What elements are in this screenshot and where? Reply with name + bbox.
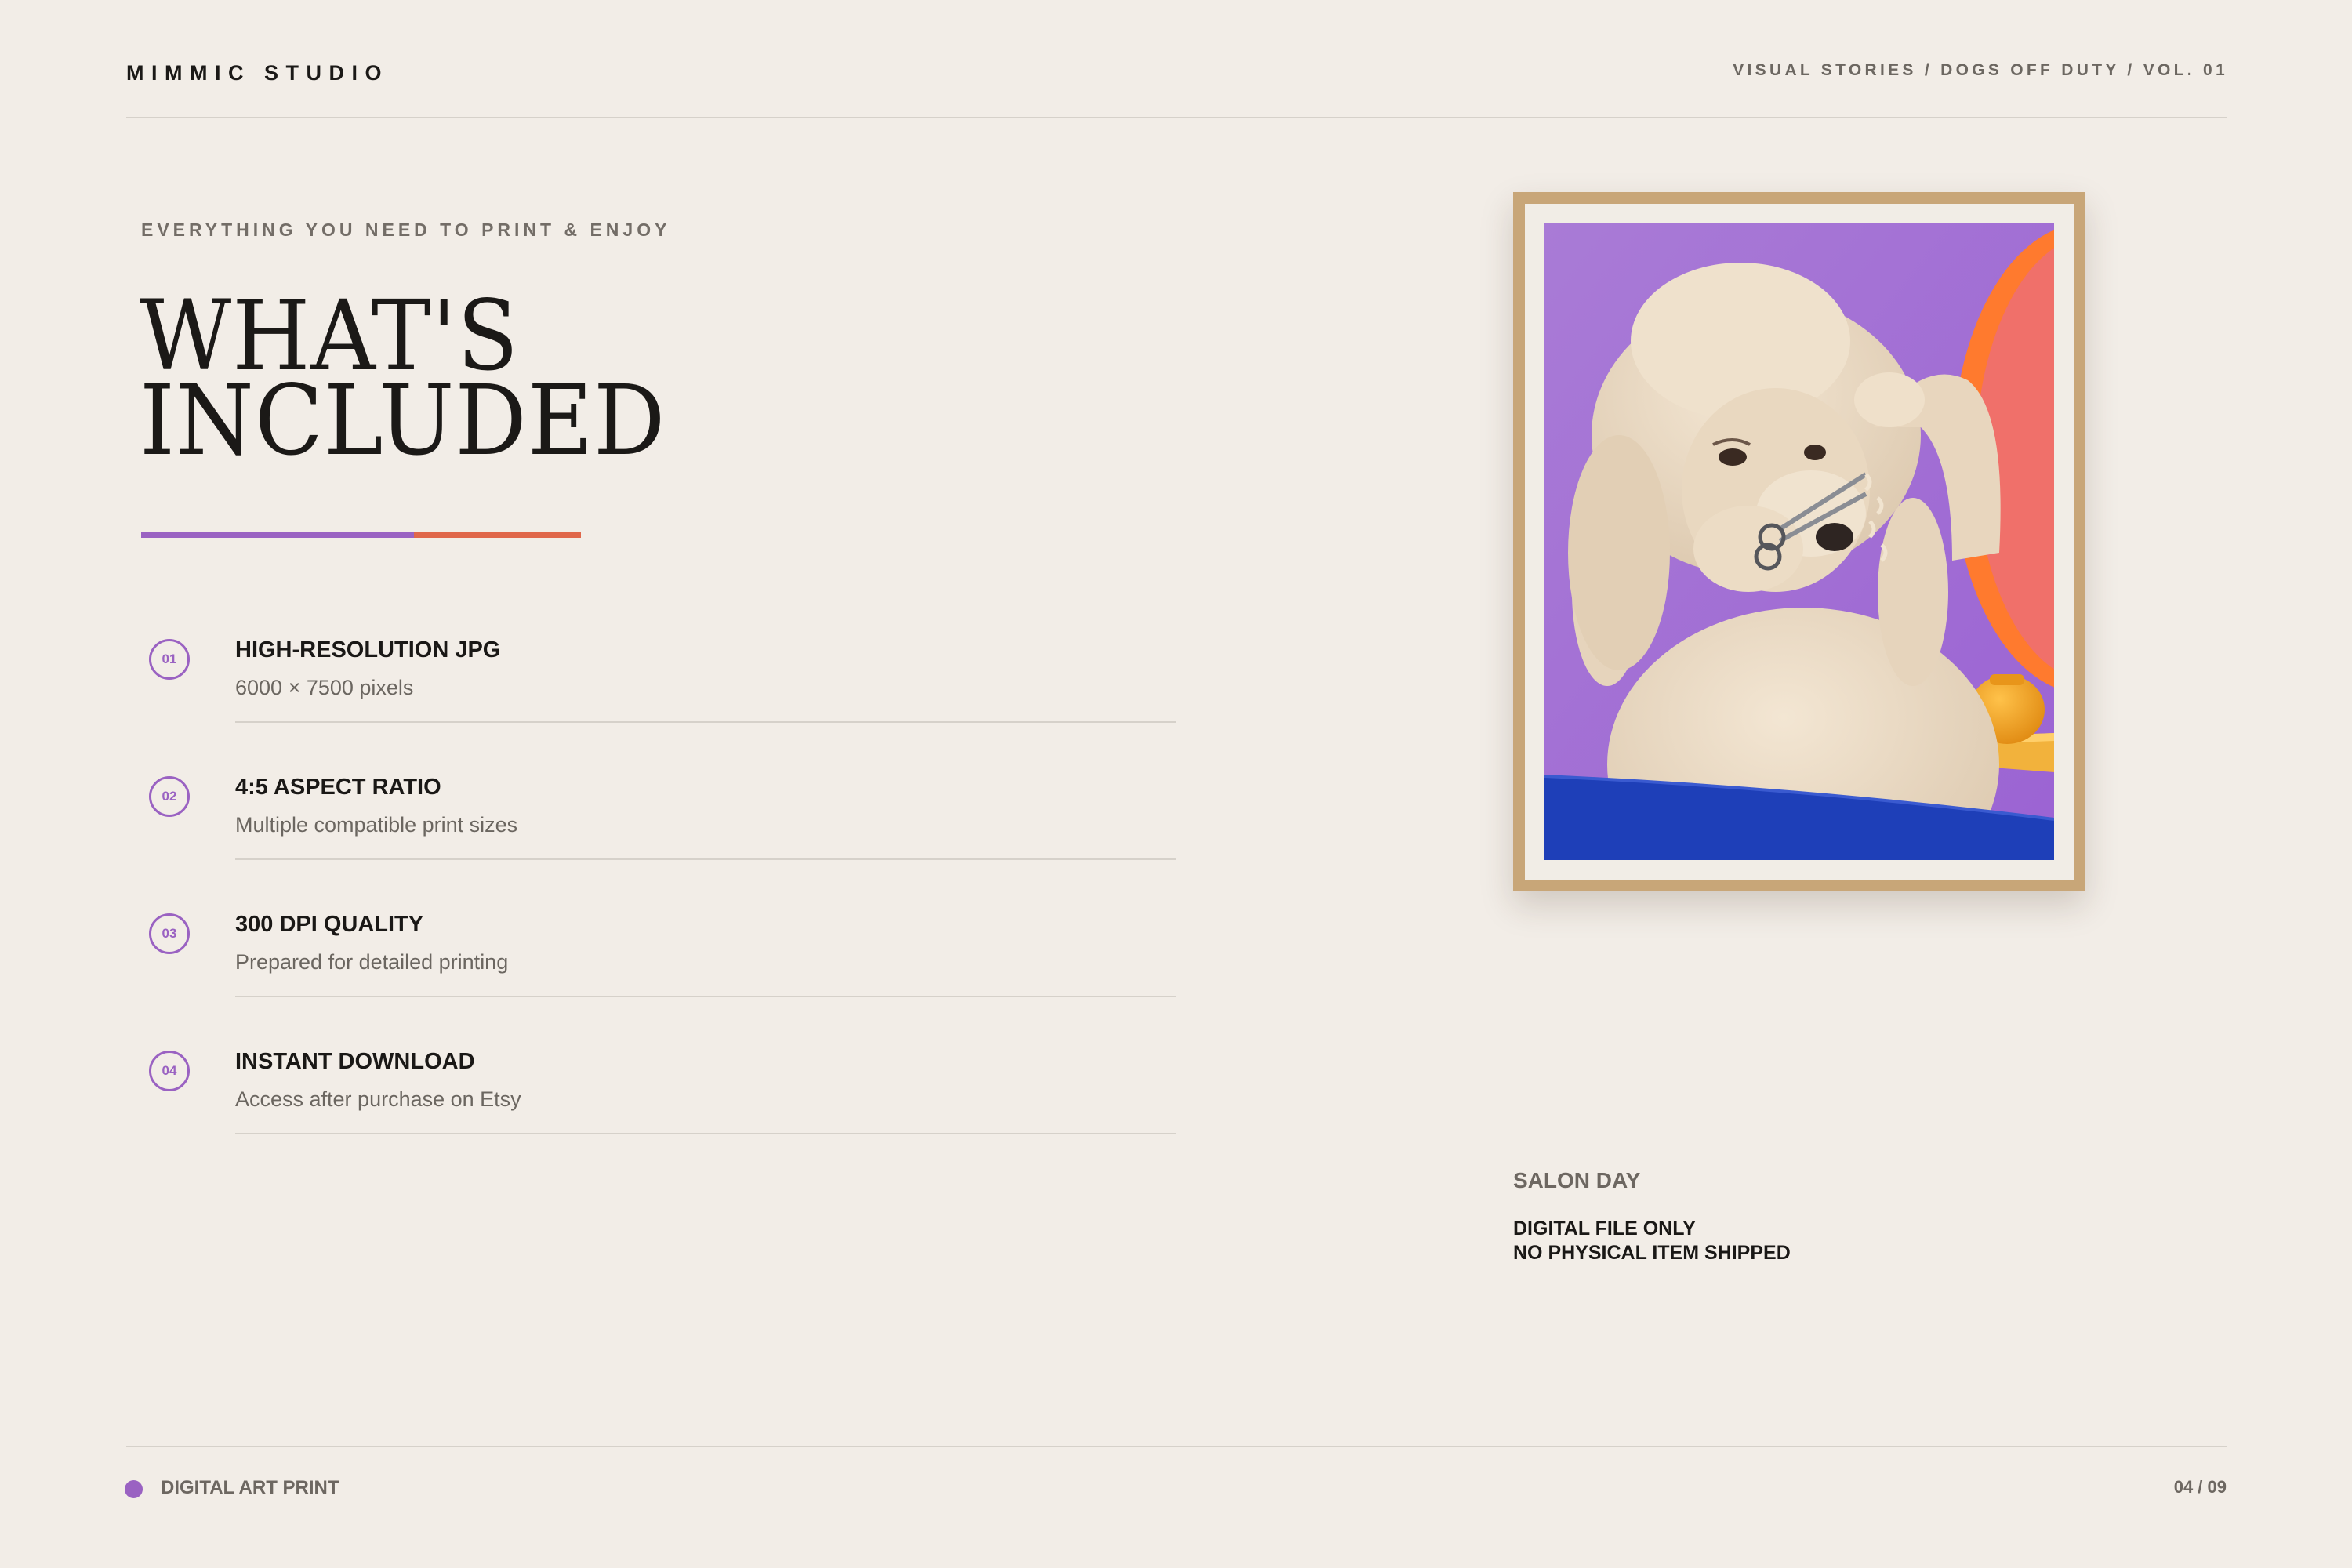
feature-number-badge: 01 bbox=[149, 639, 190, 680]
brand-name: MIMMIC STUDIO bbox=[126, 61, 389, 85]
feature-list: 01 HIGH-RESOLUTION JPG 6000 × 7500 pixel… bbox=[141, 623, 1176, 1172]
feature-divider bbox=[235, 858, 1176, 860]
feature-title: 4:5 ASPECT RATIO bbox=[235, 775, 441, 800]
page-title: WHAT'S INCLUDED bbox=[140, 288, 666, 477]
feature-item: 03 300 DPI QUALITY Prepared for detailed… bbox=[141, 898, 1176, 1035]
product-slide: MIMMIC STUDIO VISUAL STORIES / DOGS OFF … bbox=[0, 0, 2352, 1568]
page-number: 04 / 09 bbox=[2173, 1477, 2227, 1497]
feature-description: 6000 × 7500 pixels bbox=[235, 676, 414, 699]
feature-description: Multiple compatible print sizes bbox=[235, 813, 518, 837]
feature-divider bbox=[235, 1133, 1176, 1134]
accent-bar bbox=[141, 532, 581, 538]
accent-bar-purple bbox=[141, 532, 414, 538]
artwork-image bbox=[1544, 223, 2054, 860]
feature-title: HIGH-RESOLUTION JPG bbox=[235, 637, 501, 662]
feature-item: 01 HIGH-RESOLUTION JPG 6000 × 7500 pixel… bbox=[141, 623, 1176, 760]
artwork-note-digital: DIGITAL FILE ONLY bbox=[1513, 1218, 1696, 1240]
breadcrumb: VISUAL STORIES / DOGS OFF DUTY / VOL. 01 bbox=[1733, 61, 2228, 79]
footer-dot-icon bbox=[125, 1480, 143, 1498]
eyebrow-text: EVERYTHING YOU NEED TO PRINT & ENJOY bbox=[141, 220, 671, 240]
feature-item: 04 INSTANT DOWNLOAD Access after purchas… bbox=[141, 1035, 1176, 1172]
feature-divider bbox=[235, 721, 1176, 723]
feature-title: INSTANT DOWNLOAD bbox=[235, 1049, 475, 1074]
feature-divider bbox=[235, 996, 1176, 997]
artwork-frame bbox=[1513, 192, 2085, 891]
feature-number-badge: 04 bbox=[149, 1051, 190, 1091]
footer-label: DIGITAL ART PRINT bbox=[161, 1477, 339, 1498]
feature-description: Access after purchase on Etsy bbox=[235, 1087, 521, 1111]
footer-divider bbox=[126, 1446, 2227, 1447]
feature-description: Prepared for detailed printing bbox=[235, 950, 509, 974]
feature-number-badge: 02 bbox=[149, 776, 190, 817]
accent-bar-coral bbox=[414, 532, 581, 538]
title-line-2: INCLUDED bbox=[140, 365, 666, 477]
artwork-note-shipping: NO PHYSICAL ITEM SHIPPED bbox=[1513, 1242, 1791, 1264]
feature-number-badge: 03 bbox=[149, 913, 190, 954]
feature-item: 02 4:5 ASPECT RATIO Multiple compatible … bbox=[141, 760, 1176, 898]
header-divider bbox=[126, 117, 2227, 118]
artwork-title: SALON DAY bbox=[1513, 1168, 1641, 1192]
poodle-grooming-illustration bbox=[1544, 223, 2054, 860]
feature-title: 300 DPI QUALITY bbox=[235, 912, 424, 937]
